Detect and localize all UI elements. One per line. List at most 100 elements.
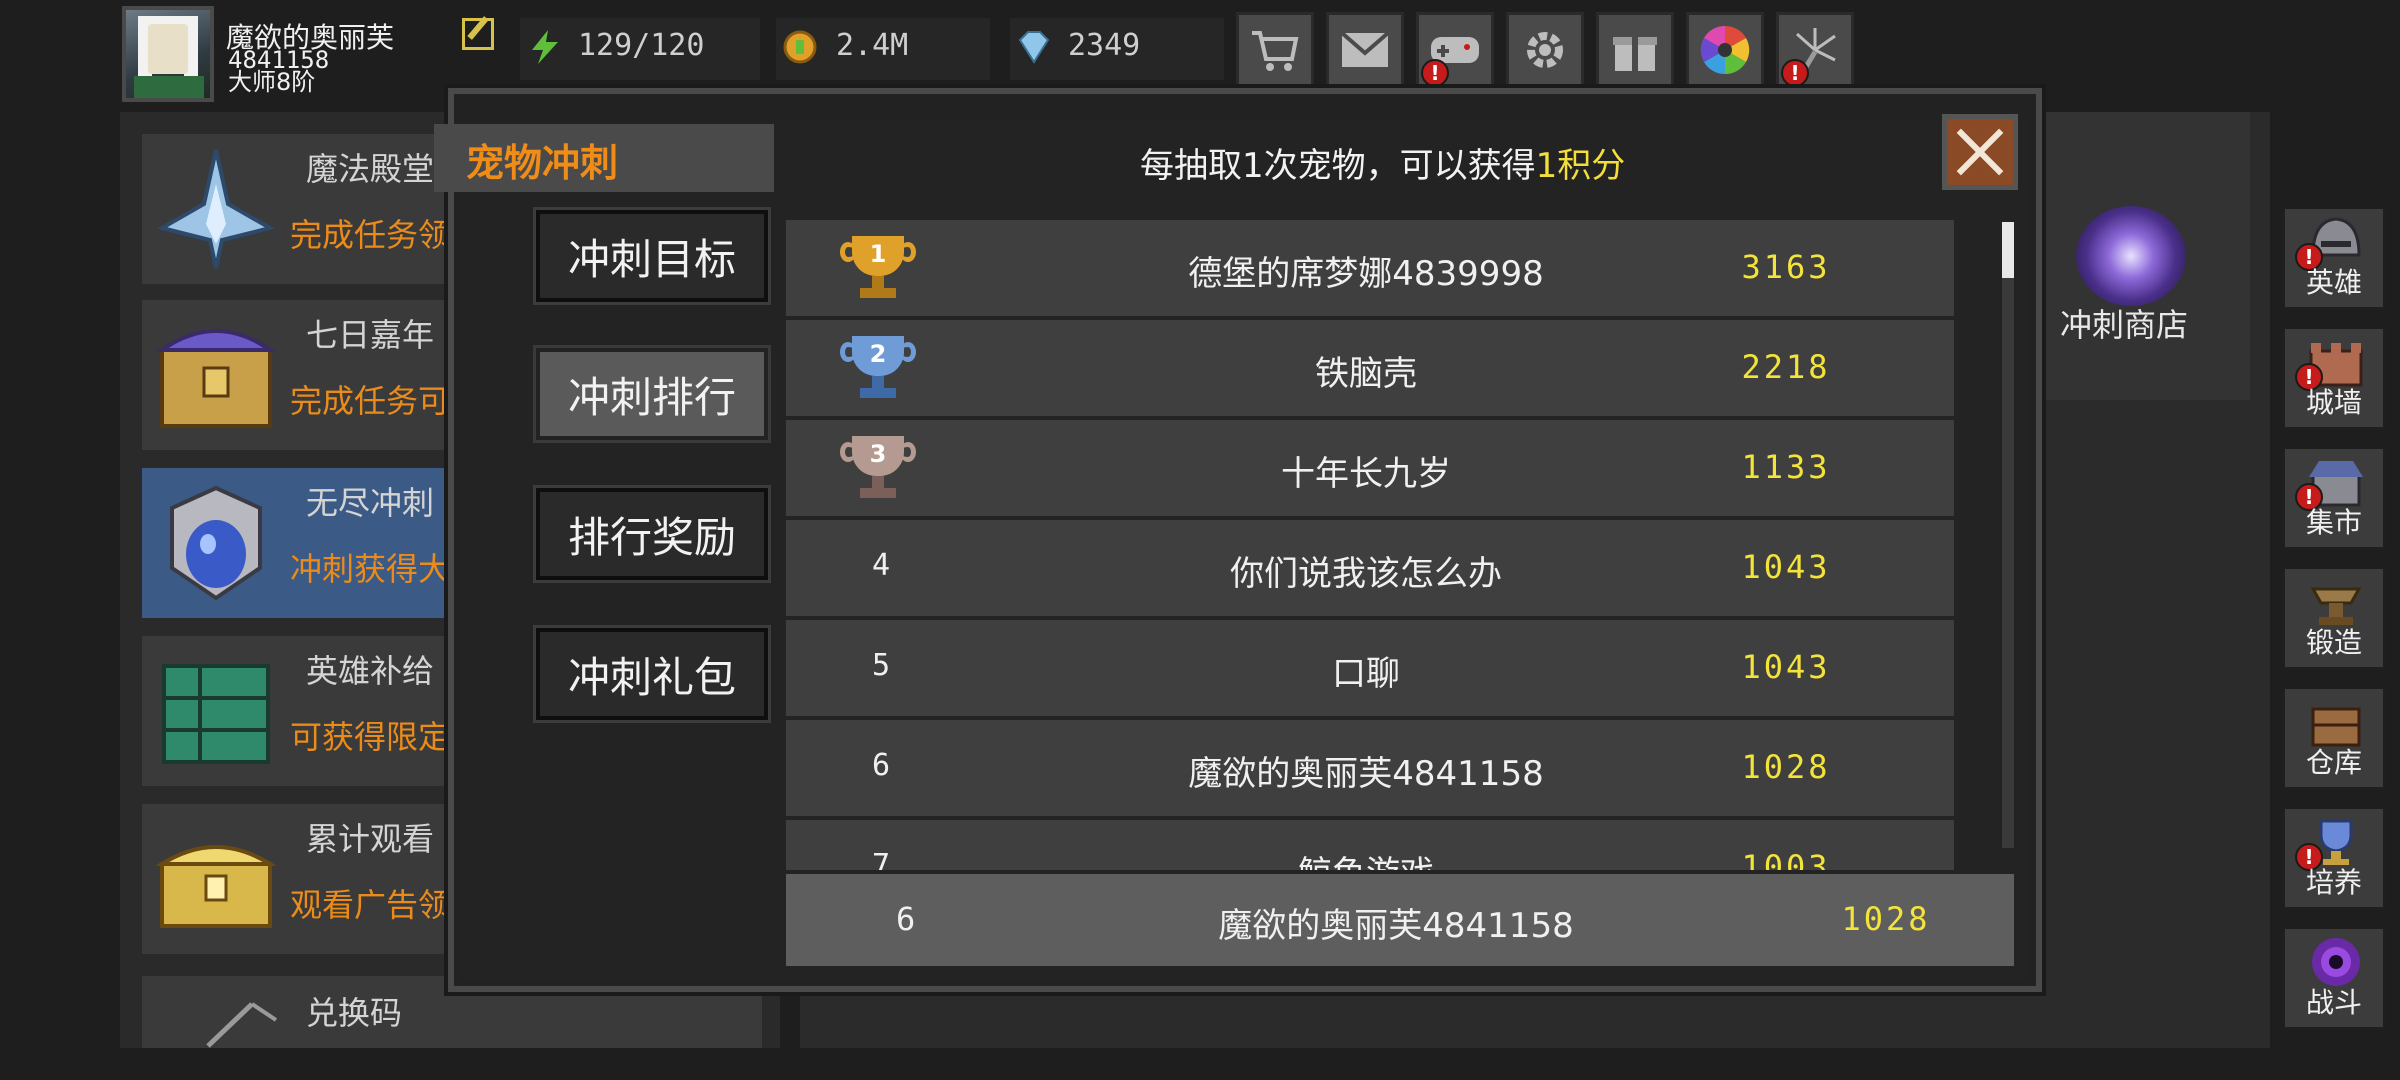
ranking-row: 6 魔欲的奥丽芙4841158 1028 (786, 720, 1954, 816)
event-subtitle: 冲刺获得大 (290, 550, 451, 588)
side-nav-label: 锻造 (2305, 626, 2362, 659)
lucky-wheel-button[interactable] (1686, 12, 1764, 88)
my-ranking-row: 6 魔欲的奥丽芙4841158 1028 (786, 874, 2014, 966)
gear-icon (1527, 32, 1563, 68)
alert-badge: ! (1421, 59, 1449, 87)
score-cell: 1043 (1741, 548, 1831, 586)
fireworks-button[interactable]: ! (1776, 12, 1854, 88)
rank-number: 7 (871, 848, 891, 870)
gem-icon (1018, 31, 1050, 64)
player-name-cell: 铁脑壳 (1315, 354, 1417, 394)
modal-title: 宠物冲刺 (466, 141, 619, 185)
hint-text: 每抽取1次宠物，可以获得 (1140, 146, 1536, 186)
event-subtitle: 可获得限定 (290, 718, 451, 756)
score-cell: 1133 (1741, 448, 1831, 486)
player-name-cell: 口聊 (1332, 654, 1400, 694)
gems-value: 2349 (1068, 28, 1141, 63)
event-subtitle: 完成任务领 (290, 216, 451, 254)
color-wheel-icon (1700, 25, 1750, 75)
gold-trophy-icon: 1 (838, 236, 918, 300)
event-title: 累计观看 (306, 820, 435, 858)
side-nav-label: 战斗 (2305, 986, 2362, 1019)
gold-coin-icon (783, 30, 817, 64)
silver-trophy-icon: 2 (838, 336, 918, 400)
ranking-row: 5 口聊 1043 (786, 620, 1954, 716)
mail-button[interactable] (1326, 12, 1404, 88)
ranking-scrollbar[interactable] (2002, 222, 2014, 848)
side-nav-wall[interactable]: ! 城墙 (2282, 326, 2386, 430)
player-name-cell: 鲸鱼游戏 (1086, 846, 1646, 870)
player-name-cell: 你们说我该怎么办 (1230, 554, 1502, 594)
side-nav-cultivate[interactable]: ! 培养 (2282, 806, 2386, 910)
side-nav-market[interactable]: ! 集市 (2282, 446, 2386, 550)
hint-points: 1积分 (1535, 146, 1626, 186)
player-avatar[interactable] (122, 6, 214, 102)
close-button[interactable] (1942, 114, 2018, 190)
rank-number: 4 (871, 548, 891, 583)
tab-sprint-ranking[interactable]: 冲刺排行 (533, 345, 771, 443)
tab-sprint-gift[interactable]: 冲刺礼包 (533, 625, 771, 723)
score-cell: 1043 (1741, 648, 1831, 686)
edit-icon[interactable] (462, 18, 494, 50)
side-nav-label: 英雄 (2305, 266, 2362, 299)
scrollbar-thumb[interactable] (2002, 222, 2014, 278)
my-rank-number: 6 (896, 900, 916, 938)
gamepad-button[interactable]: ! (1416, 12, 1494, 88)
player-name-cell: 十年长九岁 (1281, 454, 1451, 494)
side-nav-forge[interactable]: 锻造 (2282, 566, 2386, 670)
ranking-row: 3 十年长九岁 1133 (786, 420, 1954, 516)
score-cell: 1028 (1741, 748, 1831, 786)
event-title: 兑换码 (306, 994, 403, 1032)
gold-chest-icon (155, 845, 277, 928)
shop-cart-button[interactable] (1236, 12, 1314, 88)
my-score: 1028 (1841, 900, 1931, 938)
rank-number: 6 (871, 748, 891, 783)
settings-button[interactable] (1506, 12, 1584, 88)
rank-number: 3 (869, 440, 887, 468)
event-subtitle: 观看广告领 (290, 886, 451, 924)
rank-number: 5 (871, 648, 891, 683)
score-cell: 3163 (1741, 248, 1831, 286)
side-nav-battle[interactable]: 战斗 (2282, 926, 2386, 1030)
treasure-chest-icon (155, 329, 277, 428)
modal-hint: 每抽取1次宠物，可以获得1积分 (1140, 138, 1625, 187)
portal-orb-icon[interactable] (2076, 206, 2186, 306)
event-title: 魔法殿堂 (306, 150, 435, 188)
player-rank: 大师8阶 (228, 68, 316, 96)
player-name-cell: 魔欲的奥丽芙4841158 (1188, 754, 1544, 794)
event-title: 英雄补给 (306, 652, 435, 690)
event-title: 无尽冲刺 (306, 484, 435, 522)
my-player-name: 魔欲的奥丽芙4841158 (1218, 906, 1574, 946)
score-cell: 1003 (1741, 848, 1831, 870)
tab-ranking-rewards[interactable]: 排行奖励 (533, 485, 771, 583)
gold-value: 2.4M (836, 28, 909, 63)
ranking-row: 2 铁脑壳 2218 (786, 320, 1954, 416)
event-title: 七日嘉年 (306, 316, 435, 354)
ranking-row: 4 你们说我该怎么办 1043 (786, 520, 1954, 616)
gift-button[interactable] (1596, 12, 1674, 88)
mail-icon (1340, 31, 1390, 67)
lightning-icon (532, 30, 558, 64)
pet-egg-icon (170, 485, 262, 601)
ranking-list[interactable]: 1 德堡的席梦娜4839998 3163 2 铁脑壳 2218 3 十年长九岁 … (786, 220, 1954, 870)
wand-icon (206, 1002, 278, 1048)
score-cell: 2218 (1741, 348, 1831, 386)
energy-value: 129/120 (578, 28, 705, 63)
ice-crystal-icon (156, 149, 276, 269)
player-name-cell: 德堡的席梦娜4839998 (1188, 254, 1544, 294)
rank-number: 2 (869, 340, 887, 368)
side-nav-label: 集市 (2305, 506, 2362, 539)
gift-icon (1613, 37, 1657, 71)
event-subtitle: 完成任务可 (290, 382, 451, 420)
ranking-row: 1 德堡的席梦娜4839998 3163 (786, 220, 1954, 316)
side-nav-label: 培养 (2305, 866, 2362, 899)
sprint-shop-label[interactable]: 冲刺商店 (2060, 300, 2188, 346)
supply-crate-icon (162, 664, 270, 764)
cart-icon (1252, 31, 1299, 71)
side-nav-hero[interactable]: ! 英雄 (2282, 206, 2386, 310)
side-nav-warehouse[interactable]: 仓库 (2282, 686, 2386, 790)
side-nav-label: 仓库 (2305, 746, 2362, 779)
tab-sprint-goal[interactable]: 冲刺目标 (533, 207, 771, 305)
rank-number: 1 (869, 240, 887, 268)
alert-badge: ! (1781, 59, 1809, 87)
